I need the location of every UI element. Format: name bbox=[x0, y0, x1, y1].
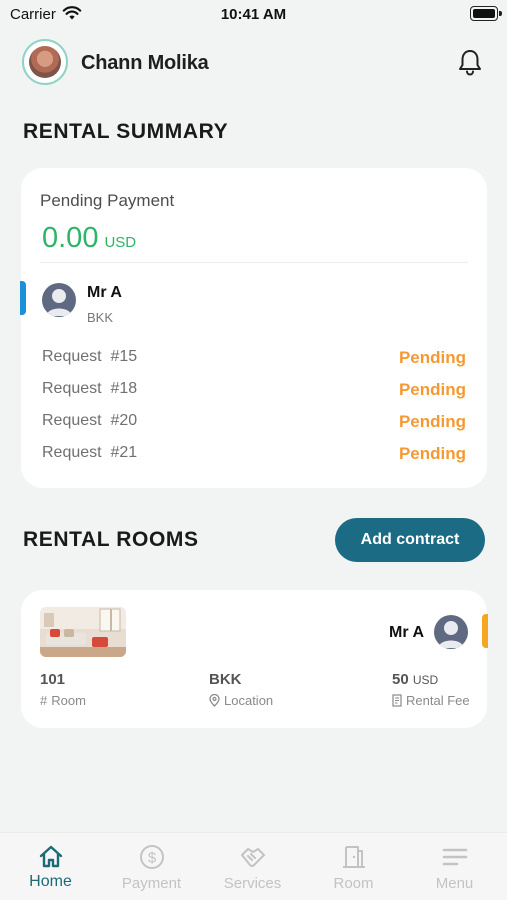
tab-label: Menu bbox=[435, 875, 474, 892]
request-label: Request #15 bbox=[42, 348, 138, 365]
request-status: Pending bbox=[398, 412, 466, 431]
tab-label: Room bbox=[333, 875, 374, 892]
fee-caption-label: Rental Fee bbox=[406, 693, 470, 708]
tenant-name: Mr A bbox=[87, 284, 122, 301]
pending-payment-label: Pending Payment bbox=[40, 191, 175, 210]
tab-label: Services bbox=[223, 875, 282, 892]
room-card[interactable]: Mr A 101 # Room BKK Location 50 USD Renta… bbox=[21, 590, 488, 728]
receipt-icon bbox=[392, 694, 402, 707]
divider bbox=[40, 262, 468, 263]
room-photo bbox=[40, 607, 126, 657]
svg-text:$: $ bbox=[147, 850, 156, 867]
home-icon bbox=[39, 845, 62, 868]
request-row[interactable]: Request #21 Pending bbox=[42, 444, 466, 466]
location-pin-icon bbox=[209, 694, 220, 707]
battery-icon bbox=[470, 6, 502, 21]
room-location-caption: Location bbox=[209, 693, 273, 708]
room-tenant-name: Mr A bbox=[389, 624, 424, 641]
tenant-location: BKK bbox=[87, 310, 114, 325]
room-fee-currency: USD bbox=[412, 673, 439, 687]
pending-amount-value: 0.00 bbox=[42, 222, 99, 254]
status-time: 10:41 AM bbox=[220, 6, 287, 23]
add-contract-button[interactable]: Add contract bbox=[335, 518, 485, 562]
tab-room[interactable]: Room bbox=[303, 833, 404, 900]
room-location: BKK bbox=[209, 671, 242, 688]
rental-summary-title: RENTAL SUMMARY bbox=[23, 120, 229, 143]
tab-services[interactable]: Services bbox=[202, 833, 303, 900]
request-status: Pending bbox=[398, 348, 466, 367]
room-number: 101 bbox=[40, 671, 66, 688]
tab-bar: Home $ Payment Services Room Menu bbox=[0, 832, 507, 900]
request-label: Request #21 bbox=[42, 444, 138, 461]
tab-menu[interactable]: Menu bbox=[404, 833, 505, 900]
person-icon bbox=[438, 621, 464, 648]
door-icon bbox=[342, 846, 365, 868]
tab-label: Payment bbox=[121, 875, 182, 892]
header: Chann Molika bbox=[22, 38, 485, 86]
bell-icon[interactable] bbox=[457, 48, 483, 76]
room-accent-bar bbox=[482, 614, 488, 648]
location-caption-label: Location bbox=[224, 693, 274, 708]
request-status: Pending bbox=[398, 444, 466, 463]
room-fee-value: 50 bbox=[392, 671, 409, 688]
tenant-avatar[interactable] bbox=[42, 283, 76, 317]
menu-icon bbox=[442, 848, 467, 866]
tab-home[interactable]: Home bbox=[0, 833, 101, 900]
handshake-icon bbox=[240, 848, 265, 867]
hash-icon: # bbox=[40, 693, 48, 708]
user-name: Chann Molika bbox=[81, 52, 209, 74]
rental-rooms-title: RENTAL ROOMS bbox=[23, 528, 199, 551]
request-status: Pending bbox=[398, 380, 466, 399]
user-avatar[interactable] bbox=[22, 39, 68, 85]
pending-amount-currency: USD bbox=[104, 234, 137, 251]
tenant-accent-bar bbox=[20, 281, 26, 315]
person-icon bbox=[46, 289, 72, 316]
request-label: Request #18 bbox=[42, 380, 138, 397]
request-row[interactable]: Request #18 Pending bbox=[42, 380, 466, 402]
request-row[interactable]: Request #15 Pending bbox=[42, 348, 466, 370]
room-fee-caption: Rental Fee bbox=[392, 693, 470, 708]
pending-amount: 0.00 USD bbox=[42, 222, 136, 255]
tab-payment[interactable]: $ Payment bbox=[101, 833, 202, 900]
tab-label: Home bbox=[29, 873, 72, 890]
request-row[interactable]: Request #20 Pending bbox=[42, 412, 466, 434]
request-label: Request #20 bbox=[42, 412, 138, 429]
dollar-icon: $ bbox=[139, 845, 164, 869]
room-caption-label: Room bbox=[51, 693, 86, 708]
room-number-caption: # Room bbox=[40, 693, 86, 708]
rental-summary-card: Pending Payment 0.00 USD Mr A BKK Request… bbox=[20, 168, 487, 488]
room-tenant-avatar bbox=[434, 615, 468, 649]
user-photo bbox=[29, 46, 61, 78]
room-fee: 50 USD bbox=[392, 671, 438, 688]
status-bar: Carrier 10:41 AM bbox=[0, 0, 507, 28]
